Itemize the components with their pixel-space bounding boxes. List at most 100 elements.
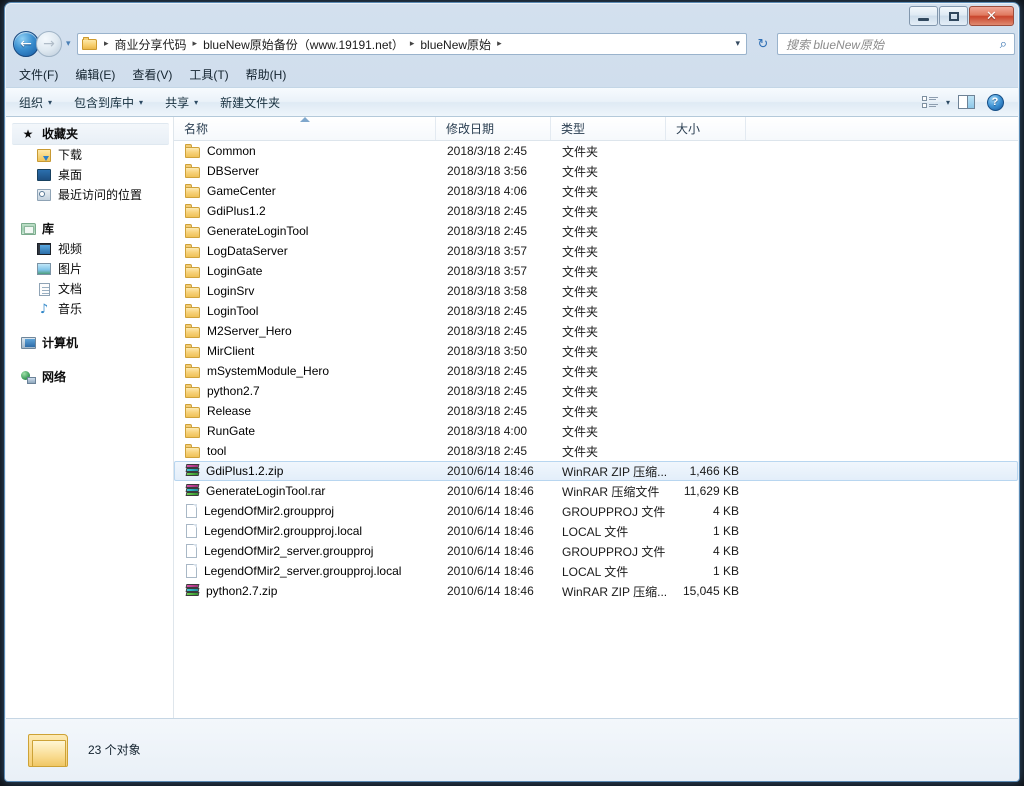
breadcrumb-separator[interactable]: ▸ [406,39,419,49]
view-chevron-down-icon[interactable]: ▾ [946,98,950,107]
sidebar-item-pictures[interactable]: 图片 [6,259,173,279]
search-icon: ⌕ [999,36,1007,52]
column-header-name[interactable]: 名称 [174,117,436,140]
minimize-button[interactable] [909,6,938,26]
table-row[interactable]: LoginSrv 2018/3/18 3:58 文件夹 [174,281,1018,301]
file-date-cell: 2018/3/18 2:45 [447,144,528,158]
file-date-cell: 2018/3/18 4:06 [447,184,528,198]
sidebar-item-downloads[interactable]: 下载 [6,145,173,165]
table-row[interactable]: GdiPlus1.2.zip 2010/6/14 18:46 WinRAR ZIP … [174,461,1018,481]
file-date-cell: 2018/3/18 3:57 [447,244,528,258]
sidebar-item-recent-places[interactable]: 最近访问的位置 [6,185,173,205]
table-row[interactable]: GenerateLoginTool.rar 2010/6/14 18:46 WinR… [174,481,1018,501]
refresh-icon: ↻ [757,37,769,52]
file-type-cell: GROUPPROJ 文件 [562,504,666,519]
file-list-view[interactable]: 名称 修改日期 类型 大小 Common 2018/3/18 2:45 文件夹 DBS… [174,117,1018,719]
breadcrumb-separator[interactable]: ▸ [493,39,506,49]
navigation-buttons: ← → ▾ [13,31,71,57]
column-header-size[interactable]: 大小 [666,117,746,140]
menu-item-file[interactable]: 文件(F) [19,66,58,83]
sidebar-item-computer[interactable]: 计算机 [6,333,173,353]
file-type-cell: 文件夹 [562,384,599,399]
help-icon: ? [986,93,1004,111]
sidebar-label-favorites: 收藏夹 [42,127,79,141]
column-header-type[interactable]: 类型 [551,117,666,140]
sidebar-item-desktop[interactable]: 桌面 [6,165,173,185]
table-row[interactable]: tool 2018/3/18 2:45 文件夹 [174,441,1018,461]
table-row[interactable]: LoginTool 2018/3/18 2:45 文件夹 [174,301,1018,321]
file-type-cell: 文件夹 [562,284,599,299]
table-row[interactable]: LegendOfMir2.groupproj.local 2010/6/14 18… [174,521,1018,541]
sidebar-item-network[interactable]: 网络 [6,367,173,387]
breadcrumb-item-2[interactable]: blueNew原始 [418,35,493,54]
maximize-button[interactable] [939,6,968,26]
help-button[interactable]: ? [982,91,1008,113]
file-type-cell: WinRAR ZIP 压缩... [562,584,667,599]
table-row[interactable]: mSystemModule_Hero 2018/3/18 2:45 文件夹 [174,361,1018,381]
include-in-library-button[interactable]: 包含到库中 ▾ [65,90,152,115]
file-date-cell: 2018/3/18 2:45 [447,204,528,218]
network-icon [20,369,36,385]
table-row[interactable]: M2Server_Hero 2018/3/18 2:45 文件夹 [174,321,1018,341]
status-bar: 23 个对象 [6,718,1018,780]
file-name-label: Common [207,144,256,158]
table-row[interactable]: GdiPlus1.2 2018/3/18 2:45 文件夹 [174,201,1018,221]
table-row[interactable]: python2.7.zip 2010/6/14 18:46 WinRAR ZIP 压… [174,581,1018,601]
table-row[interactable]: Release 2018/3/18 2:45 文件夹 [174,401,1018,421]
sidebar-item-libraries[interactable]: 库 [6,219,173,239]
breadcrumb-item-0[interactable]: 商业分享代码 [113,35,189,54]
file-date-cell: 2010/6/14 18:46 [447,524,534,538]
file-name-cell: LegendOfMir2.groupproj [175,503,437,519]
share-button[interactable]: 共享 ▾ [156,90,207,115]
column-header-date-modified[interactable]: 修改日期 [436,117,551,140]
content-area: ★ 收藏夹 下载 桌面 最近访问的位置 库 视频 图片 文档 ♪ 音乐 计算机 … [6,117,1018,719]
new-folder-button[interactable]: 新建文件夹 [211,90,289,115]
file-name-cell: LegendOfMir2.groupproj.local [175,523,437,539]
menu-item-view[interactable]: 查看(V) [132,66,172,83]
breadcrumb-separator[interactable]: ▸ [100,39,113,49]
address-chevron-down-icon[interactable]: ▾ [735,39,740,49]
picture-icon [36,261,52,277]
preview-pane-button[interactable] [953,91,979,113]
table-row[interactable]: GameCenter 2018/3/18 4:06 文件夹 [174,181,1018,201]
forward-button[interactable]: → [36,31,62,57]
organize-button[interactable]: 组织 ▾ [10,90,61,115]
document-icon [185,503,198,519]
address-folder-icon [82,37,98,51]
search-box[interactable]: 搜索 blueNew原始 ⌕ [777,33,1015,55]
file-date-cell: 2018/3/18 3:57 [447,264,528,278]
sidebar-item-favorites[interactable]: ★ 收藏夹 [12,123,169,145]
table-row[interactable]: GenerateLoginTool 2018/3/18 2:45 文件夹 [174,221,1018,241]
close-button[interactable]: ✕ [969,6,1014,26]
file-date-cell: 2010/6/14 18:46 [447,584,534,598]
table-row[interactable]: Common 2018/3/18 2:45 文件夹 [174,141,1018,161]
table-row[interactable]: LoginGate 2018/3/18 3:57 文件夹 [174,261,1018,281]
table-row[interactable]: python2.7 2018/3/18 2:45 文件夹 [174,381,1018,401]
breadcrumb-item-1[interactable]: blueNew原始备份（www.19191.net） [201,35,406,54]
refresh-button[interactable]: ↻ [753,35,773,54]
recent-pages-chevron-down-icon[interactable]: ▾ [66,39,71,49]
breadcrumb-separator[interactable]: ▸ [189,39,202,49]
table-row[interactable]: DBServer 2018/3/18 3:56 文件夹 [174,161,1018,181]
navigation-pane[interactable]: ★ 收藏夹 下载 桌面 最近访问的位置 库 视频 图片 文档 ♪ 音乐 计算机 … [6,117,174,719]
menu-item-help[interactable]: 帮助(H) [246,66,287,83]
document-icon [185,523,198,539]
command-toolbar: 组织 ▾ 包含到库中 ▾ 共享 ▾ 新建文件夹 ▾ ? [6,87,1018,117]
search-input[interactable]: 搜索 blueNew原始 [778,36,1000,53]
table-row[interactable]: LegendOfMir2_server.groupproj.local 2010/… [174,561,1018,581]
table-row[interactable]: MirClient 2018/3/18 3:50 文件夹 [174,341,1018,361]
address-bar[interactable]: ▸ 商业分享代码 ▸ blueNew原始备份（www.19191.net） ▸ … [77,33,747,55]
file-name-cell: tool [175,443,437,459]
table-row[interactable]: LegendOfMir2_server.groupproj 2010/6/14 1… [174,541,1018,561]
menu-item-tools[interactable]: 工具(T) [189,66,228,83]
table-row[interactable]: LegendOfMir2.groupproj 2010/6/14 18:46 GRO… [174,501,1018,521]
document-icon [185,543,198,559]
table-row[interactable]: LogDataServer 2018/3/18 3:57 文件夹 [174,241,1018,261]
sidebar-item-music[interactable]: ♪ 音乐 [6,299,173,319]
menu-item-edit[interactable]: 编辑(E) [75,66,115,83]
table-row[interactable]: RunGate 2018/3/18 4:00 文件夹 [174,421,1018,441]
sidebar-item-videos[interactable]: 视频 [6,239,173,259]
sidebar-item-documents[interactable]: 文档 [6,279,173,299]
change-view-button[interactable] [917,91,943,113]
file-date-cell: 2018/3/18 3:50 [447,344,528,358]
